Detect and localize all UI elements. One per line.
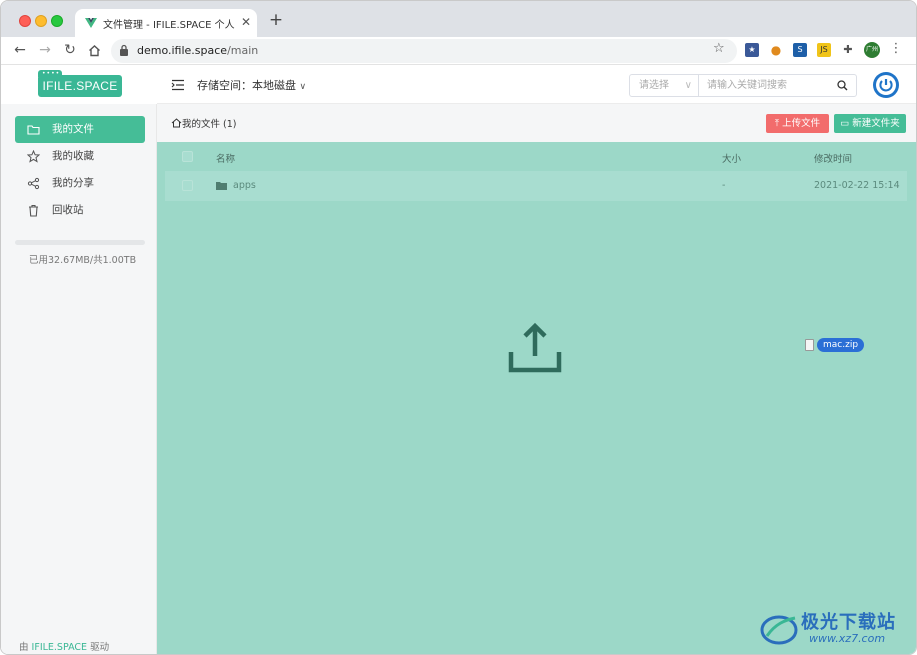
extension-star-icon[interactable]: ★ [745,43,759,57]
upload-drop-overlay[interactable]: 名称 大小 修改时间 apps - 2021-02-22 15:14 mac.z… [157,142,916,654]
extension-js-icon[interactable]: JS [817,43,831,57]
sidebar-item-label: 我的分享 [52,177,94,189]
url-path: /main [227,44,259,57]
upload-icon: ⤒ [774,118,780,129]
home-icon[interactable] [85,41,103,59]
main-panel: 存储空间：本地磁盘 ∨ 请选择 ∨ 请输入关键词搜索 我的文件 (1) ⤒ 上传… [157,66,916,654]
search-input[interactable]: 请输入关键词搜索 [698,74,857,97]
row-checkbox[interactable] [182,180,193,191]
breadcrumb-label: 我的文件 (1) [182,119,237,130]
upload-arrow-icon [508,322,562,373]
folder-icon: ▭ [840,118,850,129]
app-root: IFILE.SPACE •••• 我的文件 我的收藏 我的分享 回收站 已用32… [1,66,916,654]
back-icon[interactable]: ← [11,41,29,59]
share-icon [27,177,40,190]
browser-toolbar: ← → ↻ demo.ifile.space/main ☆ ★ ● S JS ✚… [1,37,916,65]
file-icon [805,339,814,351]
sidebar-menu: 我的文件 我的收藏 我的分享 回收站 [15,116,145,224]
table-row[interactable]: apps - 2021-02-22 15:14 [165,171,907,201]
home-icon [171,118,182,128]
extension-cookie-icon[interactable]: ● [769,43,783,57]
close-window-button[interactable] [19,15,31,27]
vue-logo-icon [85,18,97,28]
forward-icon[interactable]: → [36,41,54,59]
sidebar-item-label: 回收站 [52,204,84,216]
logo[interactable]: IFILE.SPACE [38,75,122,97]
column-size[interactable]: 大小 [722,151,741,165]
storage-label: 存储空间： [197,79,252,92]
file-time: 2021-02-22 15:14 [814,180,900,191]
file-name[interactable]: apps [233,180,256,191]
sidebar-item-favorites[interactable]: 我的收藏 [15,143,145,170]
sidebar: IFILE.SPACE •••• 我的文件 我的收藏 我的分享 回收站 已用32… [1,66,157,654]
browser-menu-icon[interactable]: ⋮ [889,41,903,56]
minimize-window-button[interactable] [35,15,47,27]
table-header: 名称 大小 修改时间 [165,142,907,171]
new-tab-button[interactable]: + [267,11,285,29]
select-all-checkbox[interactable] [182,151,193,162]
column-name[interactable]: 名称 [216,151,235,165]
bookmark-star-icon[interactable]: ☆ [713,41,725,56]
column-time[interactable]: 修改时间 [814,151,852,165]
url-host: demo.ifile.space [137,44,228,57]
sidebar-item-my-files[interactable]: 我的文件 [15,116,145,143]
logo-area: IFILE.SPACE •••• [1,66,157,104]
watermark-url: www.xz7.com [809,632,886,645]
star-icon [27,150,40,163]
collapse-menu-icon[interactable] [171,79,185,91]
reload-icon[interactable]: ↻ [61,41,79,59]
new-folder-button-label: 新建文件夹 [852,118,900,129]
tab-strip: 文件管理 - IFILE.SPACE 个人云 ✕ + [1,1,916,37]
new-folder-button[interactable]: ▭ 新建文件夹 [834,114,906,133]
folder-icon [27,125,40,135]
url-text: demo.ifile.space/main [137,44,258,57]
browser-window: 文件管理 - IFILE.SPACE 个人云 ✕ + ← → ↻ demo.if… [0,0,917,655]
upload-button-label: 上传文件 [782,118,821,129]
trash-icon [29,204,38,217]
watermark-logo-icon [760,615,798,645]
search-placeholder: 请输入关键词搜索 [707,80,787,91]
footer-prefix: 由 [19,642,29,653]
content-toolbar: 我的文件 (1) ⤒ 上传文件 ▭ 新建文件夹 [157,104,916,142]
maximize-window-button[interactable] [51,15,63,27]
file-size: - [722,180,726,191]
sidebar-item-label: 我的文件 [52,123,94,135]
storage-selector[interactable]: 存储空间：本地磁盘 ∨ [197,77,306,93]
profile-avatar[interactable]: 广州 [864,42,880,58]
lock-icon [120,44,128,56]
sidebar-item-label: 我的收藏 [52,150,94,162]
sidebar-item-shares[interactable]: 我的分享 [15,170,145,197]
extension-s-icon[interactable]: S [793,43,807,57]
dragging-file-name: mac.zip [817,338,865,352]
storage-value: 本地磁盘 [252,79,296,92]
sidebar-item-trash[interactable]: 回收站 [15,197,145,224]
footer-powered-by: 由 IFILE.SPACE 驱动 [19,639,109,653]
upload-file-button[interactable]: ⤒ 上传文件 [766,114,829,133]
storage-progress-bar [15,240,145,245]
search-type-select[interactable]: 请选择 ∨ [629,74,699,97]
watermark: 极光下载站 www.xz7.com [759,606,914,651]
footer-brand-link[interactable]: IFILE.SPACE [32,642,88,653]
chevron-down-icon: ∨ [299,82,307,92]
extensions-puzzle-icon[interactable]: ✚ [841,43,855,57]
select-placeholder: 请选择 [639,80,669,91]
browser-tab[interactable]: 文件管理 - IFILE.SPACE 个人云 ✕ [75,9,257,37]
power-icon[interactable] [872,71,900,99]
tab-title: 文件管理 - IFILE.SPACE 个人云 [103,20,235,31]
footer-suffix: 驱动 [90,642,110,653]
chevron-down-icon: ∨ [684,80,692,91]
top-bar: 存储空间：本地磁盘 ∨ 请选择 ∨ 请输入关键词搜索 [157,66,916,104]
close-tab-icon[interactable]: ✕ [239,14,253,30]
logo-dots: •••• [42,70,61,77]
breadcrumb[interactable]: 我的文件 (1) [171,116,236,130]
folder-icon [216,182,227,190]
search-icon[interactable] [837,80,848,91]
address-bar[interactable]: demo.ifile.space/main ☆ [111,39,737,63]
storage-usage-text: 已用32.67MB/共1.00TB [29,255,137,266]
watermark-text: 极光下载站 [801,612,896,633]
